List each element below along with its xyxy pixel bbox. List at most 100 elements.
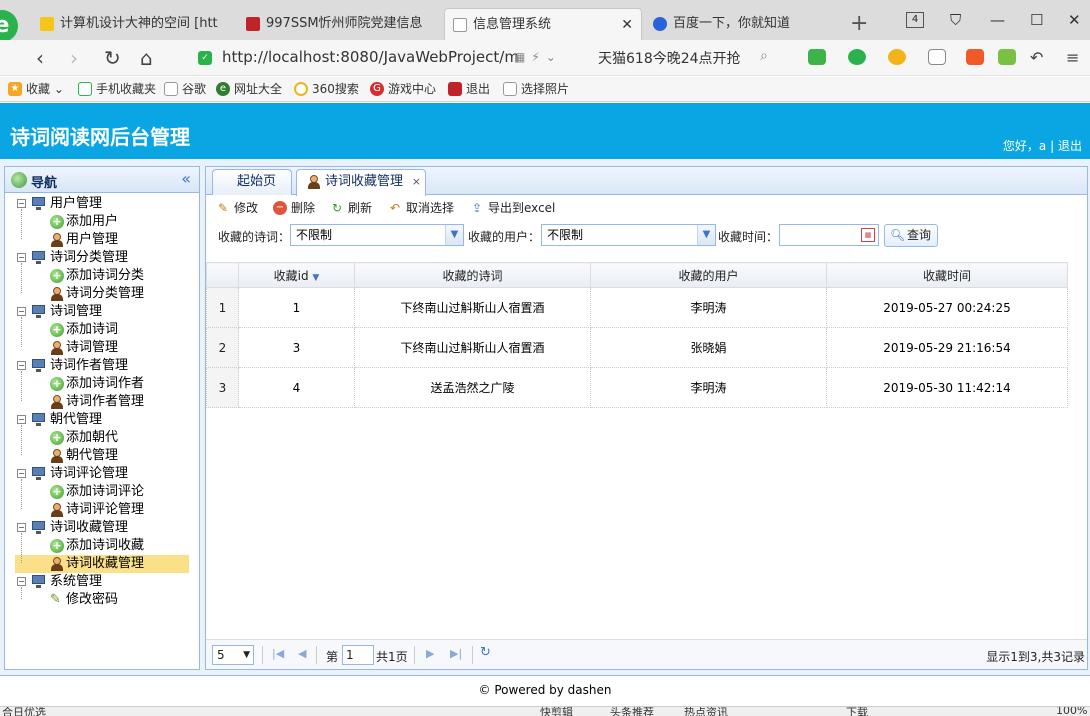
export-excel-button[interactable]: ⇪ 导出到excel: [470, 199, 555, 217]
prev-page-icon[interactable]: ◀: [298, 647, 306, 660]
page-number-input[interactable]: 1: [342, 645, 374, 665]
add-icon: +: [50, 377, 64, 391]
collapse-toggle-icon[interactable]: −: [17, 523, 26, 532]
nav-item[interactable]: + 添加诗词: [5, 321, 199, 339]
tab-favorites-manage[interactable]: 诗词收藏管理 ×: [296, 169, 426, 196]
first-page-icon[interactable]: |◀: [272, 647, 284, 660]
menu-icon[interactable]: ≡: [1066, 46, 1079, 70]
collapse-toggle-icon[interactable]: −: [17, 577, 26, 586]
bookmark-photo[interactable]: 选择照片: [503, 81, 569, 97]
nav-group[interactable]: − 朝代管理: [5, 411, 199, 429]
bookmark-games[interactable]: G 游戏中心: [370, 81, 436, 97]
column-header-time[interactable]: 收藏时间: [826, 262, 1068, 288]
table-row[interactable]: 1 1 下终南山过斛斯山人宿置酒 李明涛 2019-05-27 00:24:25: [206, 287, 1068, 328]
nav-item[interactable]: + 添加诗词评论: [5, 483, 199, 501]
bookmark-360[interactable]: 360搜索: [294, 81, 359, 97]
collapse-toggle-icon[interactable]: −: [17, 415, 26, 424]
maximize-icon[interactable]: ☐: [1030, 8, 1043, 32]
image-icon[interactable]: [928, 49, 946, 65]
back-icon[interactable]: ‹: [36, 46, 44, 70]
next-page-icon[interactable]: ▶: [426, 647, 434, 660]
collapse-toggle-icon[interactable]: −: [17, 361, 26, 370]
nav-item-selected[interactable]: 诗词收藏管理: [5, 555, 199, 573]
logout-link[interactable]: 退出: [1058, 139, 1082, 153]
nav-item[interactable]: 诗词分类管理: [5, 285, 199, 303]
url-field[interactable]: ✓ http://localhost:8080/JavaWebProject/m…: [190, 44, 590, 72]
tab-count-badge[interactable]: 4: [906, 12, 924, 28]
coin-icon[interactable]: [888, 49, 906, 65]
column-header-user[interactable]: 收藏的用户: [590, 262, 827, 288]
url-extension-icons[interactable]: ▦⚡⌄: [514, 50, 562, 64]
bookmark-mobile[interactable]: 手机收藏夹: [78, 81, 156, 97]
collapse-toggle-icon[interactable]: −: [17, 307, 26, 316]
nav-item[interactable]: 诗词管理: [5, 339, 199, 357]
translate-icon[interactable]: [848, 49, 866, 65]
calendar-icon[interactable]: ▦: [861, 228, 875, 242]
browser-tab-bar: e 计算机设计大神的空间 [htt 997SSM忻州师院党建信息 信息管理系统 …: [0, 0, 1090, 42]
page-size-select[interactable]: 5 ▼: [212, 645, 254, 665]
new-tab-icon[interactable]: +: [850, 8, 868, 40]
nav-group[interactable]: − 诗词分类管理: [5, 249, 199, 267]
battery-icon[interactable]: [998, 49, 1016, 65]
cell-user: 张晓娟: [590, 327, 827, 368]
column-header-poem[interactable]: 收藏的诗词: [354, 262, 591, 288]
edit-button[interactable]: ✎ 修改: [216, 199, 258, 217]
refresh-button[interactable]: ↻ 刷新: [330, 199, 372, 217]
nav-group[interactable]: − 诗词收藏管理: [5, 519, 199, 537]
nav-group[interactable]: − 系统管理: [5, 573, 199, 591]
browser-tab-4[interactable]: 百度一下，你就知道: [645, 8, 845, 40]
bookmark-exit[interactable]: 退出: [448, 81, 490, 97]
nav-item[interactable]: 用户管理: [5, 231, 199, 249]
nav-group[interactable]: − 诗词评论管理: [5, 465, 199, 483]
delete-button[interactable]: − 删除: [273, 199, 315, 217]
poem-filter-select[interactable]: 不限制 ▼: [290, 224, 464, 246]
tab-home[interactable]: 起始页: [212, 169, 292, 195]
bookmark-favorites[interactable]: ★ 收藏 ⌄: [8, 81, 64, 97]
collapse-toggle-icon[interactable]: −: [17, 253, 26, 262]
browser-tab-2[interactable]: 997SSM忻州师院党建信息: [238, 8, 438, 40]
table-row[interactable]: 3 4 送孟浩然之广陵 李明涛 2019-05-30 11:42:14: [206, 367, 1068, 408]
user-filter-select[interactable]: 不限制 ▼: [541, 224, 716, 246]
nav-group[interactable]: − 用户管理: [5, 195, 199, 213]
nav-item[interactable]: + 添加用户: [5, 213, 199, 231]
browser-tab-1[interactable]: 计算机设计大神的空间 [htt: [32, 8, 232, 40]
refresh-icon[interactable]: ↻: [480, 645, 491, 660]
reload-icon[interactable]: ↻: [104, 46, 121, 70]
home-icon[interactable]: ⌂: [140, 46, 153, 70]
nav-group[interactable]: − 诗词作者管理: [5, 357, 199, 375]
collapse-icon[interactable]: «: [181, 169, 191, 188]
table-row[interactable]: 2 3 下终南山过斛斯山人宿置酒 张晓娟 2019-05-29 21:16:54: [206, 327, 1068, 368]
nav-item[interactable]: ✎ 修改密码: [5, 591, 199, 609]
search-icon[interactable]: ⌕: [760, 48, 768, 64]
browser-tab-3-active[interactable]: 信息管理系统 ✕: [444, 8, 642, 40]
nav-item[interactable]: 诗词评论管理: [5, 501, 199, 519]
monitor-icon: [31, 413, 46, 426]
close-tab-icon[interactable]: ×: [412, 170, 421, 194]
bookmark-hao[interactable]: e 网址大全: [216, 81, 282, 97]
nav-item[interactable]: + 添加诗词收藏: [5, 537, 199, 555]
close-window-icon[interactable]: ✕: [1068, 8, 1081, 32]
bookmark-google[interactable]: 谷歌: [164, 81, 206, 97]
promo-text[interactable]: 天猫618今晚24点开抢: [598, 48, 741, 68]
last-page-icon[interactable]: ▶|: [450, 647, 462, 660]
close-tab-icon[interactable]: ✕: [621, 9, 633, 40]
time-filter-input[interactable]: ▦: [779, 224, 879, 246]
nav-item[interactable]: + 添加诗词分类: [5, 267, 199, 285]
nav-item[interactable]: 诗词作者管理: [5, 393, 199, 411]
scissors-icon[interactable]: [808, 49, 826, 65]
collapse-toggle-icon[interactable]: −: [17, 199, 26, 208]
nav-item[interactable]: 朝代管理: [5, 447, 199, 465]
nav-item[interactable]: + 添加诗词作者: [5, 375, 199, 393]
undo-icon[interactable]: ↶: [1030, 46, 1043, 70]
minimize-icon[interactable]: —: [990, 8, 1005, 32]
forward-icon[interactable]: ›: [70, 46, 78, 70]
unselect-button[interactable]: ↶ 取消选择: [388, 199, 454, 217]
nav-item[interactable]: + 添加朝代: [5, 429, 199, 447]
query-button[interactable]: 🔍︎ 查询: [884, 224, 939, 247]
apps-icon[interactable]: [966, 49, 984, 65]
column-header-id[interactable]: 收藏id ▼: [238, 262, 355, 288]
collapse-toggle-icon[interactable]: −: [17, 469, 26, 478]
cell-id: 3: [238, 327, 355, 368]
nav-group[interactable]: − 诗词管理: [5, 303, 199, 321]
shirt-icon[interactable]: ⛉: [950, 8, 961, 32]
